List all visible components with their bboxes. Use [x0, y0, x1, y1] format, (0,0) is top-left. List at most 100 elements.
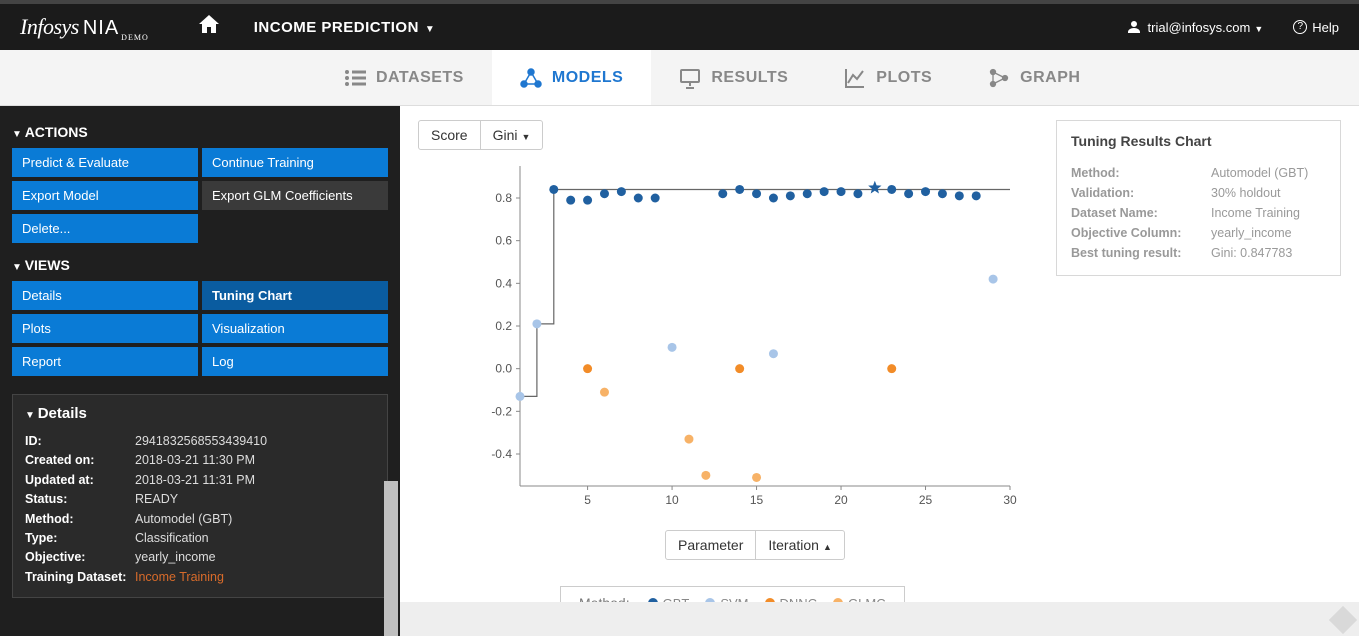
info-row: Best tuning result:Gini: 0.847783 [1071, 243, 1326, 263]
topbar: InfosysNIADEMO INCOME PREDICTION▼ trial@… [0, 0, 1359, 50]
details-value: 2018-03-21 11:30 PM [135, 451, 255, 470]
brand-sub: NIA [83, 17, 119, 39]
iteration-label: Iteration [768, 537, 819, 553]
info-value: Automodel (GBT) [1211, 163, 1308, 183]
details-header[interactable]: Details [25, 405, 375, 422]
sidebar-scrollbar[interactable] [384, 481, 398, 636]
caret-up-icon: ▲ [823, 542, 832, 552]
svg-text:0.2: 0.2 [495, 319, 512, 333]
delete-button[interactable]: Delete... [12, 214, 198, 243]
scrollbar-thumb[interactable] [384, 481, 398, 636]
details-value: READY [135, 490, 178, 509]
help-label: Help [1312, 20, 1339, 35]
views-header[interactable]: VIEWS [12, 257, 388, 273]
details-value[interactable]: Income Training [135, 568, 224, 587]
caret-down-icon: ▼ [425, 24, 435, 35]
svg-text:15: 15 [750, 493, 764, 507]
score-selector: Score Gini▼ [418, 120, 543, 150]
details-key: Created on: [25, 451, 135, 470]
info-panel: Tuning Results Chart Method:Automodel (G… [1056, 120, 1341, 276]
brand-text: Infosys [20, 14, 79, 39]
tab-label: MODELS [552, 69, 623, 87]
views-grid: Details Tuning Chart Plots Visualization… [12, 281, 388, 376]
info-row: Objective Column:yearly_income [1071, 223, 1326, 243]
details-key: Status: [25, 490, 135, 509]
details-value: 2941832568553439410 [135, 432, 267, 451]
network-icon [520, 67, 542, 89]
view-details-button[interactable]: Details [12, 281, 198, 310]
sidebar: ACTIONS Predict & Evaluate Continue Trai… [0, 106, 400, 636]
svg-text:10: 10 [665, 493, 679, 507]
info-key: Validation: [1071, 183, 1211, 203]
svg-text:30: 30 [1003, 493, 1017, 507]
caret-down-icon: ▼ [1254, 24, 1263, 34]
tab-label: PLOTS [876, 69, 932, 87]
info-title: Tuning Results Chart [1071, 133, 1326, 149]
bottom-strip [400, 602, 1359, 636]
graph-icon [988, 67, 1010, 89]
svg-text:5: 5 [584, 493, 591, 507]
info-value: Income Training [1211, 203, 1300, 223]
actions-header[interactable]: ACTIONS [12, 124, 388, 140]
details-key: Updated at: [25, 471, 135, 490]
continue-training-button[interactable]: Continue Training [202, 148, 388, 177]
details-key: Training Dataset: [25, 568, 135, 587]
details-row: Status:READY [25, 490, 375, 509]
tab-results[interactable]: RESULTS [651, 50, 816, 105]
view-report-button[interactable]: Report [12, 347, 198, 376]
tab-models[interactable]: MODELS [492, 50, 651, 105]
score-label: Score [419, 121, 480, 149]
brand-demo: DEMO [121, 33, 149, 42]
export-model-button[interactable]: Export Model [12, 181, 198, 210]
details-value: yearly_income [135, 548, 216, 567]
info-key: Objective Column: [1071, 223, 1211, 243]
details-row: ID:2941832568553439410 [25, 432, 375, 451]
view-log-button[interactable]: Log [202, 347, 388, 376]
details-row: Updated at:2018-03-21 11:31 PM [25, 471, 375, 490]
svg-text:-0.2: -0.2 [491, 404, 512, 418]
details-value: Classification [135, 529, 209, 548]
parameter-selector: Parameter Iteration▲ [665, 530, 845, 560]
iteration-dropdown[interactable]: Iteration ▲ [755, 531, 844, 559]
caret-down-icon: ▼ [521, 132, 530, 142]
list-icon [344, 67, 366, 89]
svg-text:0.6: 0.6 [495, 234, 512, 248]
actions-grid: Predict & Evaluate Continue Training Exp… [12, 148, 388, 243]
export-glm-button[interactable]: Export GLM Coefficients [202, 181, 388, 210]
view-tuning-chart-button[interactable]: Tuning Chart [202, 281, 388, 310]
details-row: Method:Automodel (GBT) [25, 510, 375, 529]
details-row: Created on:2018-03-21 11:30 PM [25, 451, 375, 470]
gini-dropdown[interactable]: Gini▼ [480, 121, 543, 149]
details-value: 2018-03-21 11:31 PM [135, 471, 255, 490]
tab-plots[interactable]: PLOTS [816, 50, 960, 105]
details-row: Objective:yearly_income [25, 548, 375, 567]
predict-evaluate-button[interactable]: Predict & Evaluate [12, 148, 198, 177]
tab-graph[interactable]: GRAPH [960, 50, 1108, 105]
info-key: Method: [1071, 163, 1211, 183]
details-key: Method: [25, 510, 135, 529]
info-row: Validation:30% holdout [1071, 183, 1326, 203]
details-panel: Details ID:2941832568553439410Created on… [12, 394, 388, 598]
tuning-chart: -0.4-0.20.00.20.40.60.851015202530 [480, 156, 1020, 516]
tab-label: DATASETS [376, 69, 464, 87]
info-key: Dataset Name: [1071, 203, 1211, 223]
body: ACTIONS Predict & Evaluate Continue Trai… [0, 106, 1359, 636]
project-selector[interactable]: INCOME PREDICTION▼ [254, 19, 436, 36]
user-menu[interactable]: trial@infosys.com▼ [1128, 20, 1263, 35]
main-tabs: DATASETS MODELS RESULTS PLOTS GRAPH [0, 50, 1359, 106]
details-row: Training Dataset:Income Training [25, 568, 375, 587]
svg-text:0.4: 0.4 [495, 276, 512, 290]
gini-label: Gini [493, 127, 518, 143]
main-area: Score Gini▼ -0.4-0.20.00.20.40.60.851015… [400, 106, 1359, 636]
svg-text:0.8: 0.8 [495, 191, 512, 205]
svg-text:20: 20 [834, 493, 848, 507]
details-key: Objective: [25, 548, 135, 567]
view-visualization-button[interactable]: Visualization [202, 314, 388, 343]
view-plots-button[interactable]: Plots [12, 314, 198, 343]
user-email: trial@infosys.com [1148, 20, 1251, 35]
details-key: ID: [25, 432, 135, 451]
details-value: Automodel (GBT) [135, 510, 232, 529]
tab-datasets[interactable]: DATASETS [316, 50, 492, 105]
help-link[interactable]: ? Help [1293, 20, 1339, 35]
home-icon[interactable] [199, 15, 219, 39]
